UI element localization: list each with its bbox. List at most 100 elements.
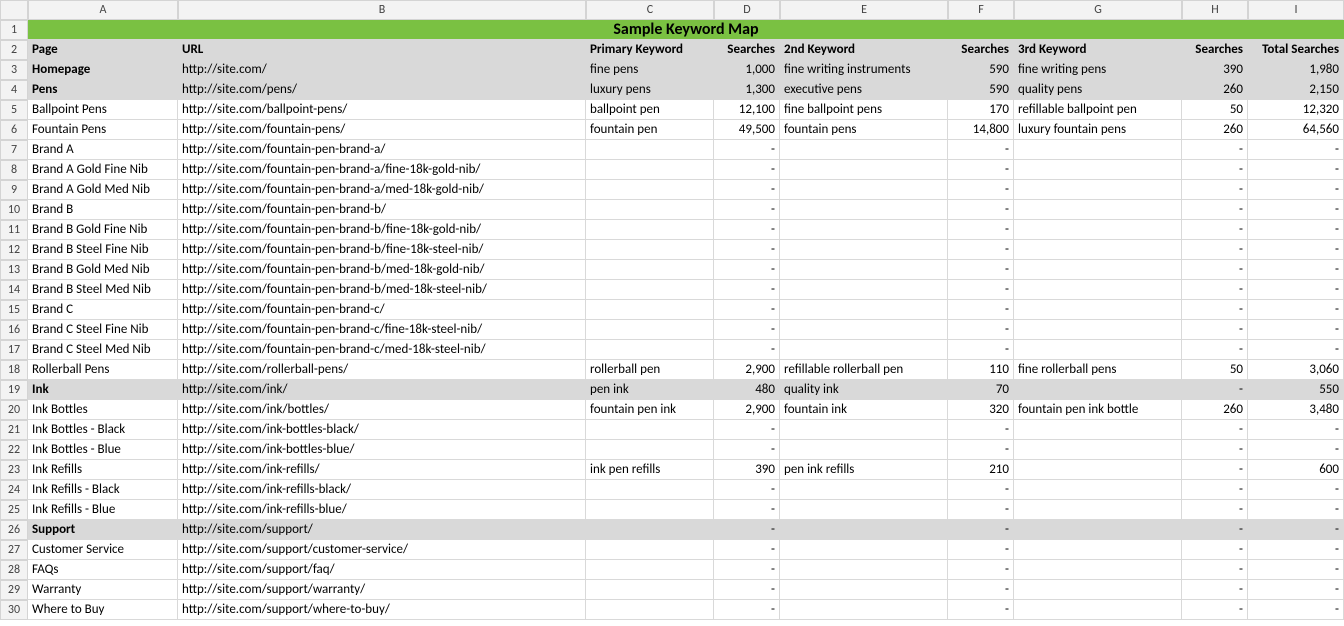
data-cell[interactable] <box>586 300 714 320</box>
data-cell[interactable]: Brand B <box>28 200 178 220</box>
data-cell[interactable]: - <box>948 520 1014 540</box>
data-cell[interactable]: - <box>1182 240 1248 260</box>
data-cell[interactable]: http://site.com/ink-refills-black/ <box>178 480 586 500</box>
data-cell[interactable] <box>1014 460 1182 480</box>
data-cell[interactable] <box>780 580 948 600</box>
data-cell[interactable]: - <box>1248 600 1344 620</box>
row-header[interactable]: 8 <box>0 160 28 180</box>
data-cell[interactable]: quality pens <box>1014 80 1182 100</box>
data-cell[interactable]: Brand B Steel Fine Nib <box>28 240 178 260</box>
data-cell[interactable]: - <box>714 600 780 620</box>
data-cell[interactable] <box>1014 280 1182 300</box>
data-cell[interactable] <box>586 540 714 560</box>
column-header-cell[interactable]: 3rd Keyword <box>1014 40 1182 60</box>
data-cell[interactable]: http://site.com/rollerball-pens/ <box>178 360 586 380</box>
data-cell[interactable] <box>1014 240 1182 260</box>
data-cell[interactable]: http://site.com/support/warranty/ <box>178 580 586 600</box>
data-cell[interactable]: - <box>714 540 780 560</box>
col-header[interactable]: C <box>586 0 714 20</box>
data-cell[interactable]: http://site.com/fountain-pens/ <box>178 120 586 140</box>
data-cell[interactable] <box>586 140 714 160</box>
data-cell[interactable]: http://site.com/support/where-to-buy/ <box>178 600 586 620</box>
data-cell[interactable]: - <box>1248 260 1344 280</box>
data-cell[interactable] <box>586 160 714 180</box>
data-cell[interactable]: 3,060 <box>1248 360 1344 380</box>
data-cell[interactable] <box>1014 340 1182 360</box>
data-cell[interactable] <box>1014 180 1182 200</box>
row-header[interactable]: 18 <box>0 360 28 380</box>
data-cell[interactable] <box>780 160 948 180</box>
row-header[interactable]: 21 <box>0 420 28 440</box>
data-cell[interactable]: - <box>1248 520 1344 540</box>
data-cell[interactable]: ballpoint pen <box>586 100 714 120</box>
data-cell[interactable]: - <box>1182 200 1248 220</box>
data-cell[interactable]: Homepage <box>28 60 178 80</box>
data-cell[interactable]: - <box>714 260 780 280</box>
data-cell[interactable] <box>586 180 714 200</box>
data-cell[interactable]: fountain ink <box>780 400 948 420</box>
data-cell[interactable]: - <box>1248 480 1344 500</box>
data-cell[interactable]: 1,300 <box>714 80 780 100</box>
data-cell[interactable]: - <box>714 240 780 260</box>
data-cell[interactable]: - <box>714 340 780 360</box>
data-cell[interactable] <box>1014 300 1182 320</box>
data-cell[interactable]: - <box>948 280 1014 300</box>
data-cell[interactable]: 2,150 <box>1248 80 1344 100</box>
column-header-cell[interactable]: Total Searches <box>1248 40 1344 60</box>
data-cell[interactable]: 12,100 <box>714 100 780 120</box>
data-cell[interactable] <box>1014 580 1182 600</box>
data-cell[interactable]: - <box>1248 500 1344 520</box>
data-cell[interactable]: - <box>714 520 780 540</box>
data-cell[interactable] <box>1014 520 1182 540</box>
data-cell[interactable]: 3,480 <box>1248 400 1344 420</box>
row-header[interactable]: 19 <box>0 380 28 400</box>
data-cell[interactable]: - <box>714 420 780 440</box>
data-cell[interactable] <box>780 220 948 240</box>
data-cell[interactable]: - <box>948 180 1014 200</box>
data-cell[interactable]: Brand C Steel Med Nib <box>28 340 178 360</box>
data-cell[interactable]: - <box>1248 280 1344 300</box>
data-cell[interactable]: - <box>714 280 780 300</box>
data-cell[interactable]: - <box>714 500 780 520</box>
spreadsheet-grid[interactable]: ABCDEFGHI1Sample Keyword Map2PageURLPrim… <box>0 0 1344 620</box>
data-cell[interactable]: - <box>1248 300 1344 320</box>
data-cell[interactable]: - <box>1248 440 1344 460</box>
data-cell[interactable]: 260 <box>1182 400 1248 420</box>
row-header[interactable]: 7 <box>0 140 28 160</box>
col-header[interactable]: E <box>780 0 948 20</box>
data-cell[interactable]: - <box>1248 340 1344 360</box>
data-cell[interactable]: - <box>1182 600 1248 620</box>
col-header[interactable]: B <box>178 0 586 20</box>
data-cell[interactable]: - <box>1182 560 1248 580</box>
data-cell[interactable]: refillable rollerball pen <box>780 360 948 380</box>
row-header[interactable]: 17 <box>0 340 28 360</box>
row-header[interactable]: 9 <box>0 180 28 200</box>
data-cell[interactable]: Ink <box>28 380 178 400</box>
data-cell[interactable]: fine ballpoint pens <box>780 100 948 120</box>
data-cell[interactable]: - <box>1248 140 1344 160</box>
data-cell[interactable]: http://site.com/fountain-pen-brand-a/ <box>178 140 586 160</box>
data-cell[interactable] <box>586 260 714 280</box>
data-cell[interactable]: - <box>1182 140 1248 160</box>
data-cell[interactable]: Where to Buy <box>28 600 178 620</box>
row-header[interactable]: 26 <box>0 520 28 540</box>
data-cell[interactable]: http://site.com/fountain-pen-brand-a/med… <box>178 180 586 200</box>
data-cell[interactable] <box>780 420 948 440</box>
data-cell[interactable] <box>586 480 714 500</box>
data-cell[interactable] <box>780 320 948 340</box>
data-cell[interactable]: 170 <box>948 100 1014 120</box>
data-cell[interactable]: - <box>1182 220 1248 240</box>
data-cell[interactable]: 260 <box>1182 80 1248 100</box>
data-cell[interactable]: 64,560 <box>1248 120 1344 140</box>
data-cell[interactable]: - <box>948 540 1014 560</box>
data-cell[interactable]: - <box>1182 160 1248 180</box>
row-header[interactable]: 25 <box>0 500 28 520</box>
data-cell[interactable]: http://site.com/fountain-pen-brand-c/med… <box>178 340 586 360</box>
data-cell[interactable]: - <box>948 200 1014 220</box>
data-cell[interactable]: - <box>1182 520 1248 540</box>
data-cell[interactable]: http://site.com/fountain-pen-brand-c/fin… <box>178 320 586 340</box>
row-header[interactable]: 20 <box>0 400 28 420</box>
row-header[interactable]: 3 <box>0 60 28 80</box>
data-cell[interactable]: - <box>1248 580 1344 600</box>
data-cell[interactable] <box>1014 500 1182 520</box>
